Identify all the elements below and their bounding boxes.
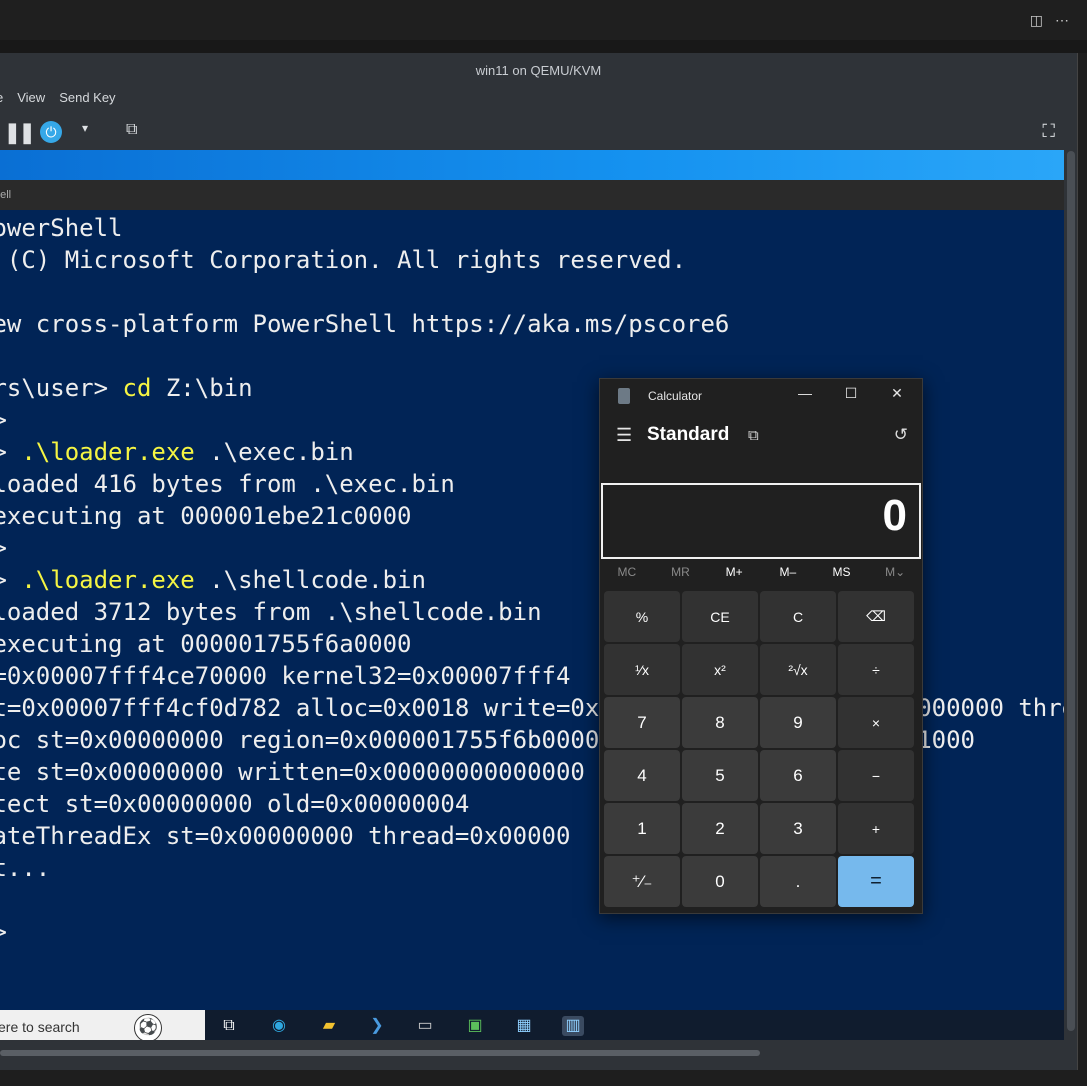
split-icon[interactable]: ◫ bbox=[1030, 12, 1043, 29]
terminal-line: ​ bbox=[0, 340, 1064, 372]
display-value: 0 bbox=[882, 491, 907, 540]
digit-8-key[interactable]: 8 bbox=[682, 697, 758, 748]
keep-on-top-icon[interactable]: ⧉ bbox=[748, 427, 759, 444]
terminal-icon[interactable]: ▭ bbox=[414, 1016, 436, 1036]
edge-icon[interactable]: ◉ bbox=[268, 1016, 290, 1036]
memory-store-button[interactable]: MS bbox=[815, 565, 869, 585]
file-explorer-icon[interactable]: ▰ bbox=[318, 1016, 340, 1036]
command-text: .\loader.exe bbox=[21, 566, 195, 594]
powershell-titlebar: hell bbox=[0, 180, 1064, 210]
terminal-line: n> bbox=[0, 916, 1064, 948]
multiply-key[interactable]: × bbox=[838, 697, 914, 748]
calculator-app-icon bbox=[618, 388, 630, 404]
digit-1-key[interactable]: 1 bbox=[604, 803, 680, 854]
keypad: % CE C ⌫ ¹⁄x x² ²√x ÷ 7 8 9 × 4 5 6− 1 2 3 + ⁺⁄₋ 0. = bbox=[604, 591, 918, 907]
terminal-line: t (C) Microsoft Corporation. All rights … bbox=[0, 246, 687, 274]
pause-icon[interactable]: ❚❚ bbox=[4, 120, 35, 145]
host-titlebar: ◫ ⋯ bbox=[0, 0, 1087, 40]
memory-row: MC MR M+ M– MS M⌄ bbox=[600, 565, 922, 585]
terminal-line: new cross-platform PowerShell https://ak… bbox=[0, 310, 730, 338]
prompt-text: n> bbox=[0, 438, 21, 466]
digit-2-key[interactable]: 2 bbox=[682, 803, 758, 854]
decimal-key[interactable]: . bbox=[760, 856, 836, 907]
powershell-icon[interactable]: ❯ bbox=[366, 1016, 388, 1036]
memory-add-button[interactable]: M+ bbox=[707, 565, 761, 585]
snapshot-icon[interactable]: ⧉ bbox=[126, 121, 137, 139]
more-icon[interactable]: ⋯ bbox=[1055, 12, 1069, 29]
memory-subtract-button[interactable]: M– bbox=[761, 565, 815, 585]
equals-key[interactable]: = bbox=[838, 856, 914, 907]
memory-clear-button[interactable]: MC bbox=[600, 565, 654, 585]
hamburger-menu-icon[interactable]: ☰ bbox=[616, 425, 632, 446]
command-args: .\exec.bin bbox=[194, 438, 354, 466]
vm-menubar: e View Send Key bbox=[0, 90, 116, 110]
clear-entry-key[interactable]: CE bbox=[682, 591, 758, 642]
digit-9-key[interactable]: 9 bbox=[760, 697, 836, 748]
digit-0-key[interactable]: 0 bbox=[682, 856, 758, 907]
reciprocal-key[interactable]: ¹⁄x bbox=[604, 644, 680, 695]
power-icon[interactable]: ⏻ bbox=[40, 121, 62, 143]
vertical-scrollbar[interactable] bbox=[1067, 151, 1075, 1031]
calculator-titlebar: Calculator — ☐ ✕ bbox=[600, 379, 922, 413]
search-placeholder: ere to search bbox=[0, 1019, 80, 1035]
command-args: .\shellcode.bin bbox=[194, 566, 426, 594]
taskbar: ere to search ⚽ ⧉ ◉ ▰ ❯ ▭ ▣ ▦ ▥ bbox=[0, 1010, 1064, 1040]
maximize-icon[interactable]: ☐ bbox=[839, 385, 863, 402]
minimize-icon[interactable]: — bbox=[793, 385, 817, 401]
task-view-icon[interactable]: ⧉ bbox=[218, 1016, 240, 1036]
taskbar-search-box[interactable]: ere to search bbox=[0, 1010, 205, 1040]
digit-4-key[interactable]: 4 bbox=[604, 750, 680, 801]
history-icon[interactable]: ↺ bbox=[894, 425, 908, 445]
app2-icon[interactable]: ▦ bbox=[513, 1016, 535, 1036]
digit-5-key[interactable]: 5 bbox=[682, 750, 758, 801]
vm-toolbar: ❚❚ ⏻ ▾ ⧉ ⛶ bbox=[0, 115, 1077, 149]
square-key[interactable]: x² bbox=[682, 644, 758, 695]
add-key[interactable]: + bbox=[838, 803, 914, 854]
close-icon[interactable]: ✕ bbox=[885, 385, 909, 402]
divide-key[interactable]: ÷ bbox=[838, 644, 914, 695]
backspace-key[interactable]: ⌫ bbox=[838, 591, 914, 642]
subtract-key[interactable]: − bbox=[838, 750, 914, 801]
vm-window-title: win11 on QEMU/KVM bbox=[475, 63, 602, 78]
menu-item-view[interactable]: View bbox=[17, 90, 45, 110]
menu-item-file[interactable]: e bbox=[0, 90, 3, 110]
command-args: Z:\bin bbox=[151, 374, 253, 402]
memory-recall-button[interactable]: MR bbox=[654, 565, 708, 585]
chevron-down-icon[interactable]: ▾ bbox=[82, 121, 88, 135]
digit-6-key[interactable]: 6 bbox=[760, 750, 836, 801]
calculator-mode-title: Standard bbox=[647, 424, 730, 445]
terminal-line: PowerShell bbox=[0, 214, 123, 242]
clear-key[interactable]: C bbox=[760, 591, 836, 642]
digit-7-key[interactable]: 7 bbox=[604, 697, 680, 748]
host-strip bbox=[0, 40, 1087, 53]
prompt-text: n> bbox=[0, 566, 21, 594]
command-text: .\loader.exe bbox=[21, 438, 195, 466]
powershell-title-text: hell bbox=[0, 189, 12, 201]
percent-key[interactable]: % bbox=[604, 591, 680, 642]
desktop-wallpaper-strip bbox=[0, 150, 1064, 180]
command-text: cd bbox=[122, 374, 152, 402]
calculator-title: Calculator bbox=[648, 389, 703, 403]
calculator-display: 0 bbox=[601, 483, 921, 559]
prompt-text: ers\user> bbox=[0, 374, 109, 402]
fullscreen-icon[interactable]: ⛶ bbox=[1042, 121, 1055, 142]
digit-3-key[interactable]: 3 bbox=[760, 803, 836, 854]
soccer-ball-icon[interactable]: ⚽ bbox=[134, 1014, 162, 1040]
calculator-taskbar-icon[interactable]: ▥ bbox=[562, 1016, 584, 1036]
negate-key[interactable]: ⁺⁄₋ bbox=[604, 856, 680, 907]
square-root-key[interactable]: ²√x bbox=[760, 644, 836, 695]
horizontal-scrollbar[interactable] bbox=[0, 1050, 760, 1056]
menu-item-send-key[interactable]: Send Key bbox=[59, 90, 115, 110]
terminal-line: ​ bbox=[0, 276, 1064, 308]
app-icon[interactable]: ▣ bbox=[464, 1016, 486, 1036]
memory-list-button[interactable]: M⌄ bbox=[868, 565, 922, 585]
calculator-window: Calculator — ☐ ✕ ☰ Standard ⧉ ↺ 0 MC MR … bbox=[599, 378, 923, 914]
